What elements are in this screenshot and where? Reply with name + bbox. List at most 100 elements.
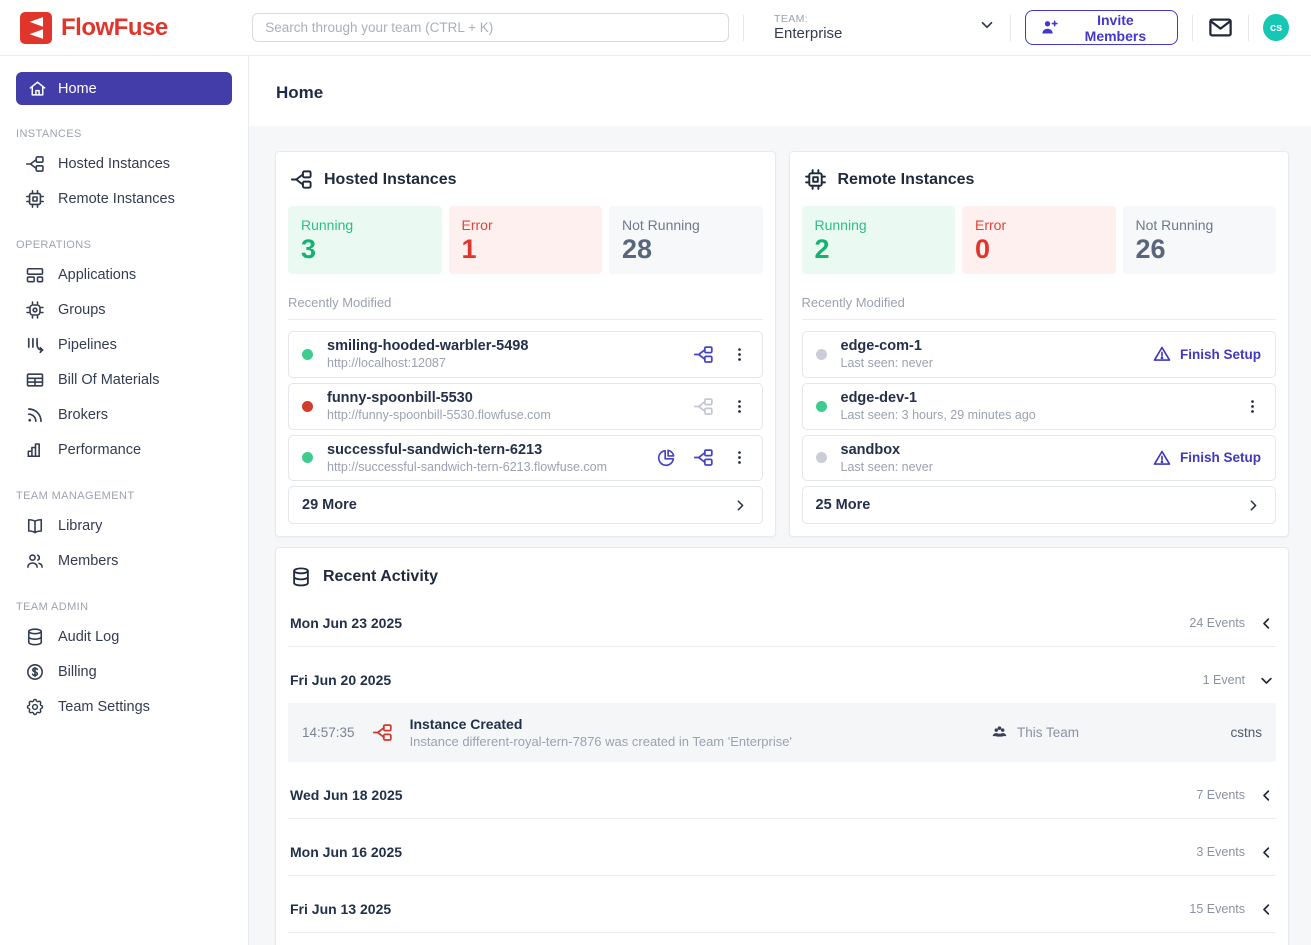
invite-members-button[interactable]: Invite Members: [1025, 10, 1178, 45]
sidebar-item-label: Applications: [58, 267, 136, 283]
pipelines-icon: [25, 335, 45, 355]
activity-group-header[interactable]: Fri Jun 20 2025 1 Event: [288, 672, 1276, 703]
activity-group: Wed Jun 18 2025 7 Events: [288, 787, 1276, 819]
instance-url: http://funny-spoonbill-5530.flowfuse.com: [327, 408, 551, 424]
sidebar-item-label: Groups: [58, 302, 106, 318]
finish-setup-button[interactable]: Finish Setup: [1152, 344, 1261, 364]
chevron-right-icon: [1245, 497, 1262, 514]
sidebar-section-team-admin: TEAM ADMIN: [16, 601, 232, 613]
finish-setup-button[interactable]: Finish Setup: [1152, 448, 1261, 468]
status-dot-stopped: [816, 349, 827, 360]
sidebar-item-home[interactable]: Home: [16, 72, 232, 105]
sidebar-item-label: Remote Instances: [58, 191, 175, 207]
hosted-instance-row[interactable]: successful-sandwich-tern-6213 http://suc…: [288, 435, 763, 482]
sidebar-section-instances: INSTANCES: [16, 128, 232, 140]
team-selector[interactable]: TEAM: Enterprise: [774, 13, 996, 42]
sidebar-item-billing[interactable]: Billing: [0, 654, 248, 689]
stat-error: Error 0: [962, 206, 1116, 274]
page-content: Hosted Instances Running 3 Error 1: [249, 126, 1311, 945]
remote-more-row[interactable]: 25 More: [802, 486, 1277, 524]
hosted-instance-row[interactable]: smiling-hooded-warbler-5498 http://local…: [288, 331, 763, 378]
activity-group-header[interactable]: Mon Jun 23 2025 24 Events: [288, 615, 1276, 647]
flowfuse-logo[interactable]: FlowFuse: [20, 12, 252, 44]
sidebar-item-remote-instances[interactable]: Remote Instances: [0, 181, 248, 216]
events-count: 15 Events: [1189, 902, 1245, 916]
finish-setup-label: Finish Setup: [1180, 347, 1261, 362]
members-icon: [25, 551, 45, 571]
billing-icon: [25, 662, 45, 682]
stat-not-running: Not Running 26: [1123, 206, 1277, 274]
team-users-icon: [990, 723, 1009, 742]
hosted-instances-card-title: Hosted Instances: [288, 164, 763, 193]
remote-instance-row[interactable]: edge-com-1 Last seen: never Finish Setup: [802, 331, 1277, 378]
sidebar-item-team-settings[interactable]: Team Settings: [0, 689, 248, 724]
activity-group: Mon Jun 23 2025 24 Events: [288, 615, 1276, 647]
status-dot-running: [302, 452, 313, 463]
instance-name: sandbox: [841, 441, 933, 459]
more-label: 29 More: [302, 497, 357, 513]
chevron-down-icon: [978, 16, 996, 39]
stat-label: Running: [301, 217, 429, 233]
chevron-left-icon: [1259, 845, 1274, 860]
sidebar-item-hosted-instances[interactable]: Hosted Instances: [0, 146, 248, 181]
kebab-menu-icon[interactable]: [731, 346, 748, 363]
activity-group-header[interactable]: Wed Jun 18 2025 7 Events: [288, 787, 1276, 819]
sidebar-section-team-management: TEAM MANAGEMENT: [16, 490, 232, 502]
user-avatar[interactable]: cs: [1263, 14, 1289, 41]
stat-label: Running: [815, 217, 943, 233]
sidebar-item-performance[interactable]: Performance: [0, 432, 248, 467]
logo-text: FlowFuse: [61, 14, 168, 42]
remote-instance-row[interactable]: sandbox Last seen: never Finish Setup: [802, 435, 1277, 482]
card-title-text: Hosted Instances: [324, 171, 456, 189]
brokers-icon: [25, 405, 45, 425]
finish-setup-label: Finish Setup: [1180, 450, 1261, 465]
sidebar-item-bill-of-materials[interactable]: Bill Of Materials: [0, 362, 248, 397]
sidebar-item-members[interactable]: Members: [0, 543, 248, 578]
open-editor-icon[interactable]: [693, 447, 714, 468]
sidebar-item-label: Audit Log: [58, 629, 119, 645]
stat-value: 0: [975, 234, 1103, 265]
kebab-menu-icon[interactable]: [731, 398, 748, 415]
events-count: 3 Events: [1196, 845, 1245, 859]
activity-group-header[interactable]: Mon Jun 16 2025 3 Events: [288, 844, 1276, 876]
home-icon: [28, 79, 47, 98]
sidebar-item-audit-log[interactable]: Audit Log: [0, 619, 248, 654]
activity-date: Mon Jun 23 2025: [290, 615, 402, 631]
header-divider: [1192, 15, 1193, 41]
hosted-instance-row[interactable]: funny-spoonbill-5530 http://funny-spoonb…: [288, 383, 763, 430]
instance-name: edge-dev-1: [841, 389, 1036, 407]
sidebar-item-label: Team Settings: [58, 699, 150, 715]
notifications-mail-button[interactable]: [1207, 14, 1234, 41]
sidebar-item-label: Performance: [58, 442, 141, 458]
hosted-more-row[interactable]: 29 More: [288, 486, 763, 524]
stat-not-running: Not Running 28: [609, 206, 763, 274]
recently-modified-label: Recently Modified: [802, 295, 1277, 310]
sidebar-item-brokers[interactable]: Brokers: [0, 397, 248, 432]
kebab-menu-icon[interactable]: [731, 449, 748, 466]
flowfuse-logo-icon: [20, 12, 52, 44]
events-count: 24 Events: [1189, 616, 1245, 630]
top-header: FlowFuse TEAM: Enterprise Invite Members: [0, 0, 1311, 56]
sidebar-item-label: Members: [58, 553, 118, 569]
instance-created-icon: [372, 722, 393, 743]
main-area: Home Hosted Instances: [249, 56, 1311, 945]
search-input[interactable]: [252, 13, 729, 42]
team-name: Enterprise: [774, 25, 842, 42]
activity-group-header[interactable]: Fri Jun 13 2025 15 Events: [288, 901, 1276, 933]
header-divider: [1248, 15, 1249, 41]
instance-name: funny-spoonbill-5530: [327, 389, 551, 407]
open-editor-icon-disabled: [693, 396, 714, 417]
open-editor-icon[interactable]: [693, 344, 714, 365]
sidebar-item-applications[interactable]: Applications: [0, 257, 248, 292]
sidebar-item-pipelines[interactable]: Pipelines: [0, 327, 248, 362]
stat-label: Error: [462, 217, 590, 233]
activity-event-row: 14:57:35 Instance Created Instance diffe…: [288, 703, 1276, 762]
instance-url: http://localhost:12087: [327, 356, 528, 372]
kebab-menu-icon[interactable]: [1244, 398, 1261, 415]
sidebar-item-groups[interactable]: Groups: [0, 292, 248, 327]
stat-label: Error: [975, 217, 1103, 233]
sidebar-item-library[interactable]: Library: [0, 508, 248, 543]
envelope-icon: [1207, 14, 1234, 41]
open-dashboard-pie-icon[interactable]: [656, 448, 676, 468]
remote-instance-row[interactable]: edge-dev-1 Last seen: 3 hours, 29 minute…: [802, 383, 1277, 430]
